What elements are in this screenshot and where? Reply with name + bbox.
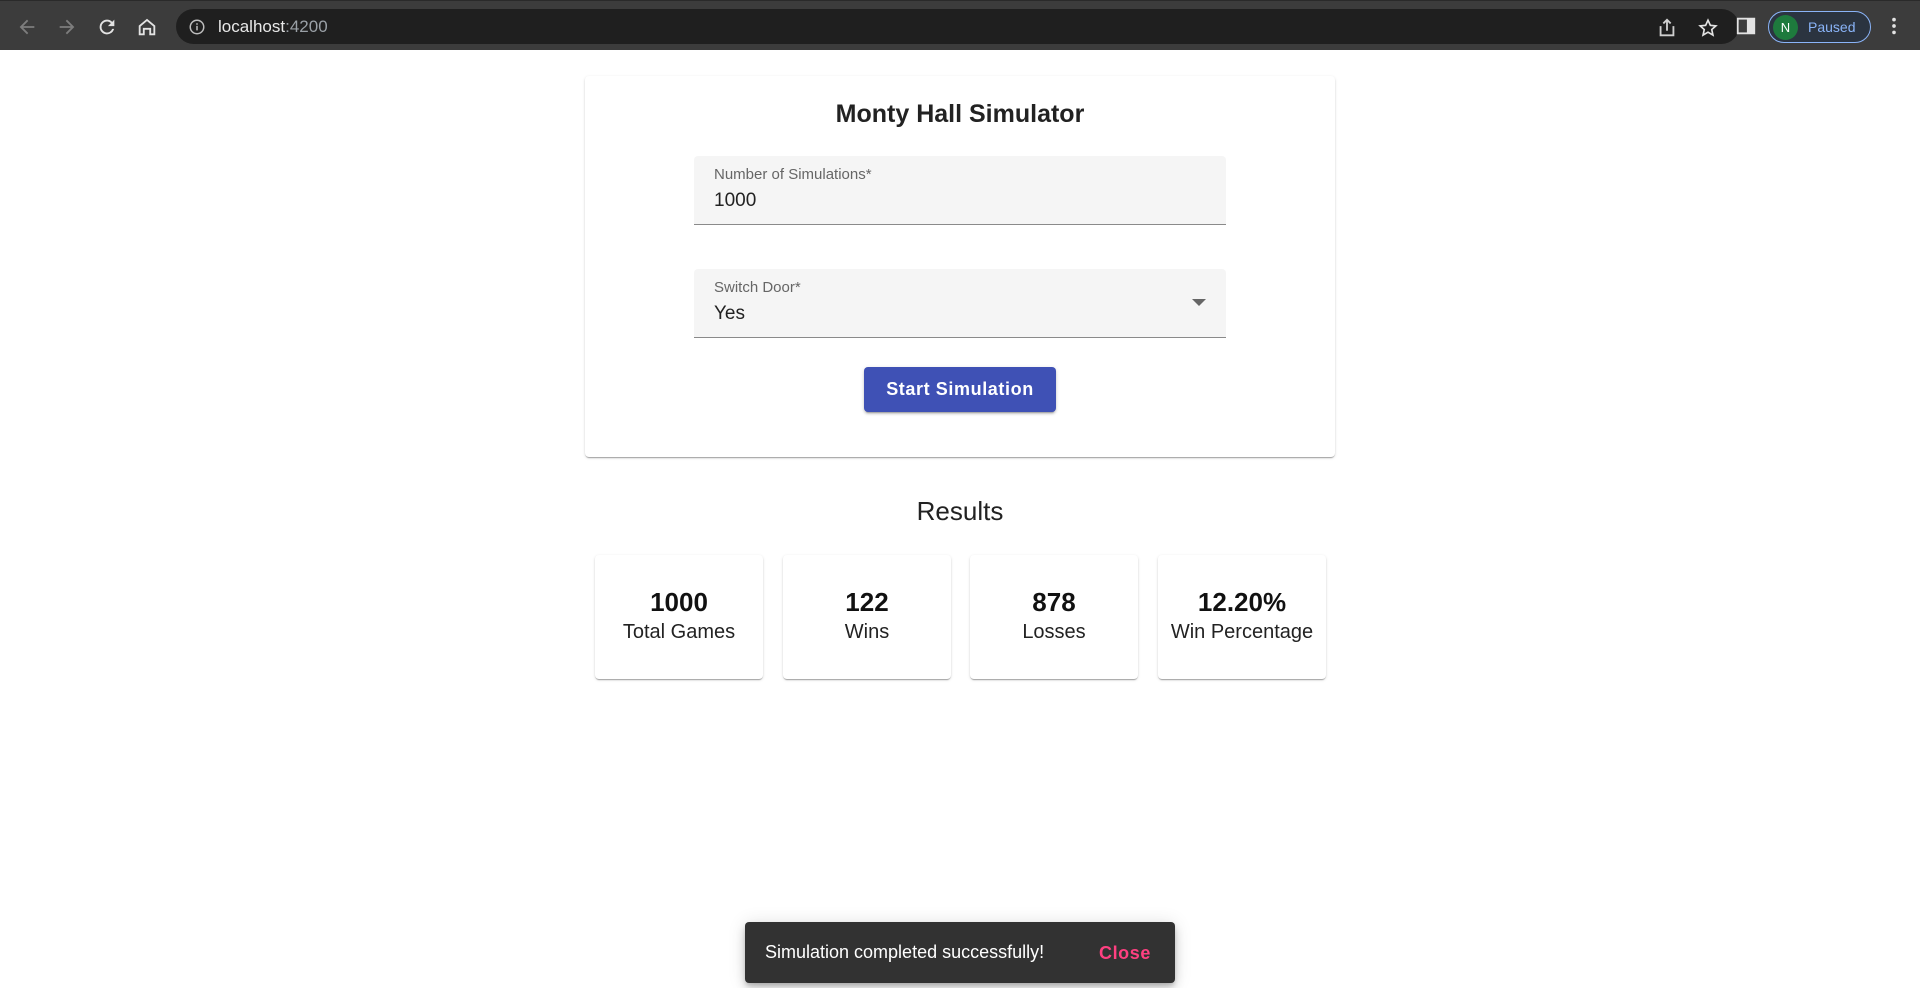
home-icon <box>138 18 156 36</box>
switch-door-select[interactable]: Switch Door* Yes <box>694 269 1226 338</box>
star-icon[interactable] <box>1697 17 1719 39</box>
stat-label: Wins <box>844 621 890 643</box>
address-bar[interactable]: localhost:4200 <box>176 9 1739 44</box>
snackbar-close-button[interactable]: Close <box>1090 935 1160 971</box>
home-button[interactable] <box>133 13 161 41</box>
start-simulation-button[interactable]: Start Simulation <box>864 367 1056 412</box>
back-button[interactable] <box>13 13 41 41</box>
url-text[interactable]: localhost:4200 <box>218 17 328 37</box>
stat-value: 1000 <box>650 587 708 617</box>
results-title: Results <box>916 496 1004 526</box>
stat-card-win-percentage: 12.20% Win Percentage <box>1158 555 1326 679</box>
profile-status: Paused <box>1808 19 1856 35</box>
side-panel-icon[interactable] <box>1735 15 1757 37</box>
snackbar-message: Simulation completed successfully! <box>765 942 1045 962</box>
forward-arrow-icon <box>59 19 75 35</box>
switch-door-value[interactable]: Yes <box>714 303 745 325</box>
reload-icon <box>99 19 115 35</box>
browser-toolbar: localhost:4200 N Paused <box>0 0 1920 50</box>
share-icon[interactable] <box>1656 17 1678 39</box>
url-host: localhost <box>218 17 286 36</box>
url-port: :4200 <box>285 17 328 36</box>
stat-card-losses: 878 Losses <box>970 555 1138 679</box>
simulations-input[interactable]: Number of Simulations* 1000 <box>694 156 1226 225</box>
switch-door-label: Switch Door* <box>714 279 801 296</box>
stat-value: 122 <box>845 587 889 617</box>
stat-label: Total Games <box>622 621 736 643</box>
info-icon[interactable] <box>188 18 206 36</box>
dropdown-arrow-icon[interactable] <box>1192 299 1206 306</box>
stat-card-total-games: 1000 Total Games <box>595 555 763 679</box>
back-arrow-icon <box>19 19 35 35</box>
simulations-value[interactable]: 1000 <box>714 190 756 212</box>
page-title: Monty Hall Simulator <box>835 100 1085 128</box>
simulator-card: Monty Hall Simulator Number of Simulatio… <box>585 76 1335 457</box>
profile-button[interactable]: N Paused <box>1768 11 1871 43</box>
stat-card-wins: 122 Wins <box>783 555 951 679</box>
stat-value: 12.20% <box>1197 587 1287 617</box>
stat-label: Losses <box>1022 621 1086 643</box>
more-vert-icon[interactable] <box>1883 15 1905 37</box>
stat-label: Win Percentage <box>1170 621 1314 643</box>
stat-value: 878 <box>1032 587 1076 617</box>
forward-button[interactable] <box>53 13 81 41</box>
snackbar: Simulation completed successfully! Close <box>745 922 1175 983</box>
simulations-label: Number of Simulations* <box>714 166 872 183</box>
avatar: N <box>1773 15 1798 40</box>
reload-button[interactable] <box>93 13 121 41</box>
